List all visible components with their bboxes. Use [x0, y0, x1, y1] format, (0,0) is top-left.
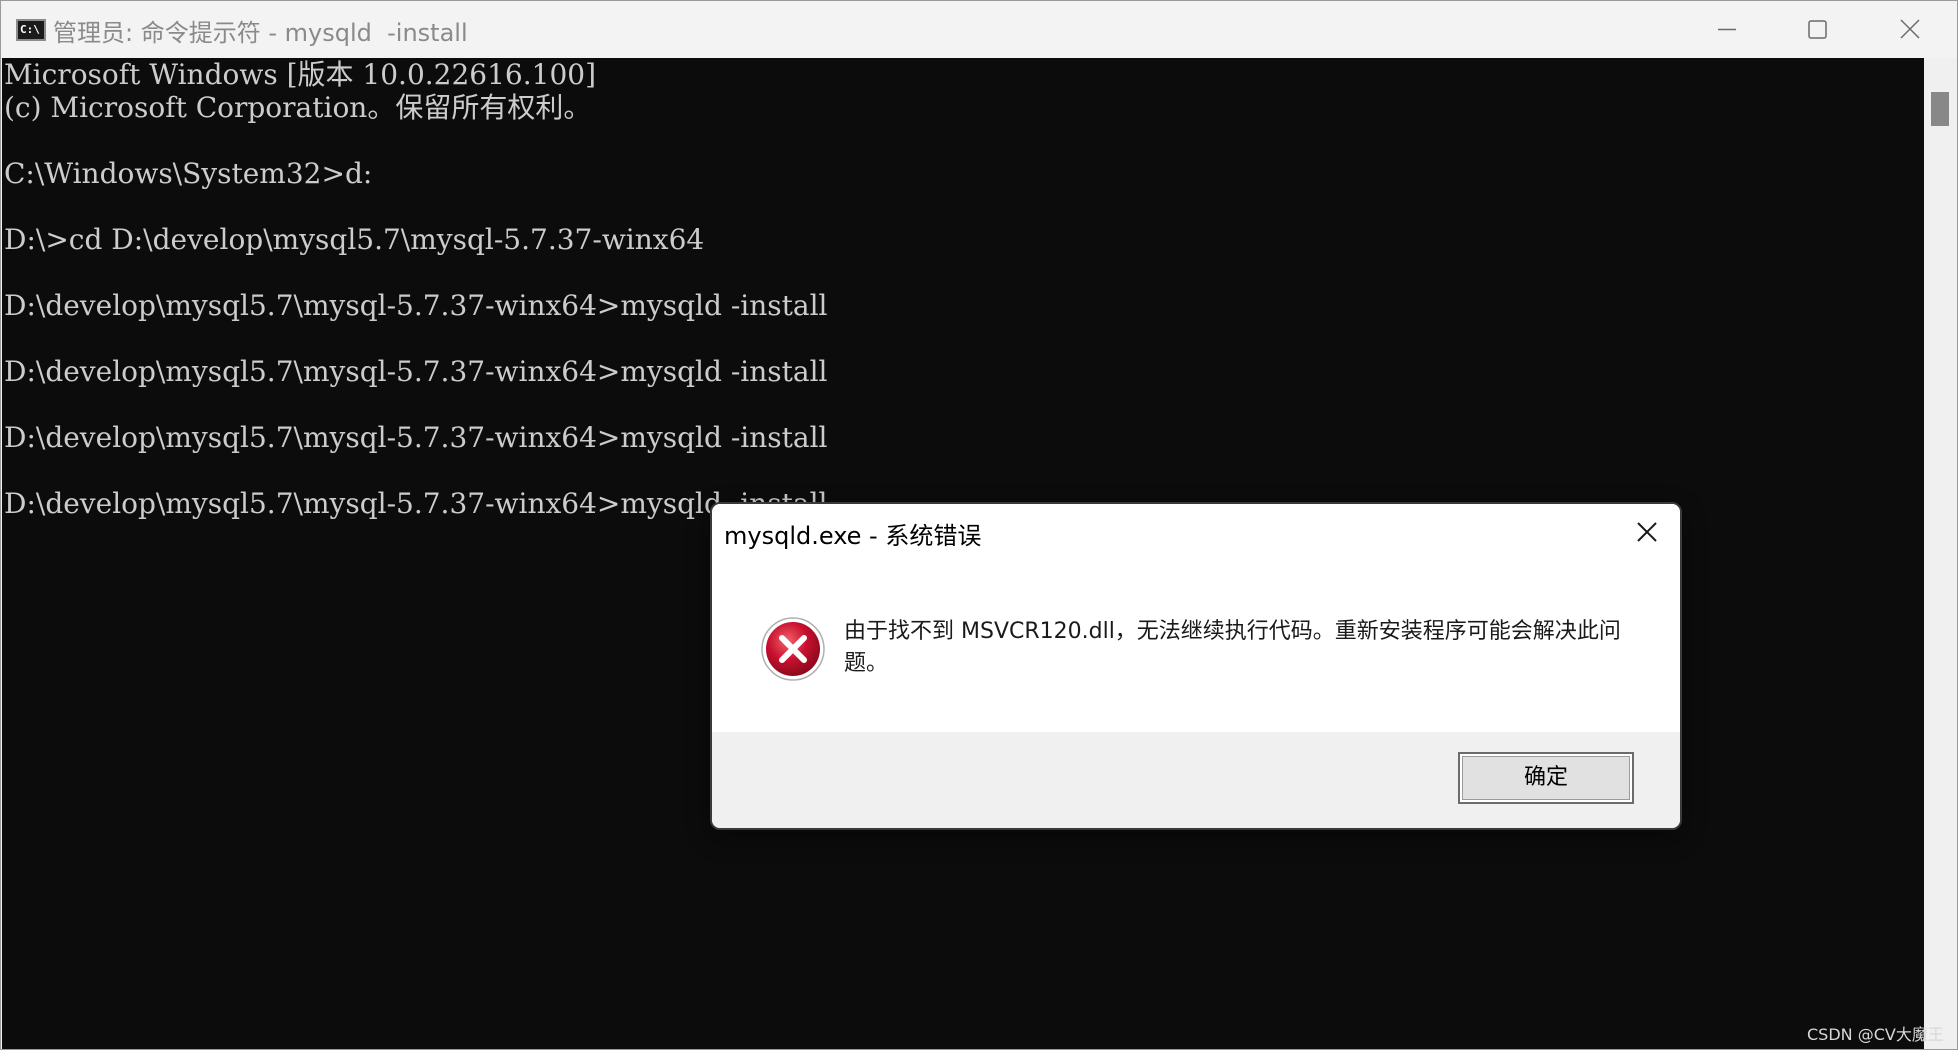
- console-line: C:\Windows\System32>d:: [4, 157, 373, 190]
- close-button[interactable]: [1864, 1, 1954, 58]
- maximize-icon: [1808, 20, 1827, 39]
- error-message: 由于找不到 MSVCR120.dll，无法继续执行代码。重新安装程序可能会解决此…: [844, 619, 1621, 676]
- terminal-icon: C:\: [16, 19, 46, 41]
- console-line: D:\develop\mysql5.7\mysql-5.7.37-winx64>…: [4, 421, 828, 454]
- scrollbar-thumb[interactable]: [1931, 92, 1949, 126]
- error-dialog: mysqld.exe - 系统错误 由于找不到 MSVCR120.dll，无法继…: [710, 502, 1682, 830]
- window-titlebar[interactable]: C:\ 管理员: 命令提示符 - mysqld -install: [1, 1, 1957, 58]
- error-icon: [761, 617, 825, 681]
- console-line: D:\develop\mysql5.7\mysql-5.7.37-winx64>…: [4, 487, 828, 520]
- ok-button[interactable]: 确定: [1458, 752, 1634, 804]
- console-line: Microsoft Windows [版本 10.0.22616.100]: [4, 58, 596, 91]
- window-title: 管理员: 命令提示符 - mysqld -install: [53, 19, 468, 47]
- console-line: D:\>cd D:\develop\mysql5.7\mysql-5.7.37-…: [4, 223, 705, 256]
- watermark: CSDN @CV大魔王: [1807, 1025, 1944, 1044]
- maximize-button[interactable]: [1772, 1, 1862, 58]
- vertical-scrollbar[interactable]: [1924, 58, 1957, 1049]
- close-icon: [1900, 19, 1920, 39]
- minimize-icon: [1718, 28, 1736, 31]
- console-line: (c) Microsoft Corporation。保留所有权利。: [4, 91, 592, 124]
- console-line: D:\develop\mysql5.7\mysql-5.7.37-winx64>…: [4, 355, 828, 388]
- dialog-titlebar[interactable]: mysqld.exe - 系统错误: [712, 504, 1680, 560]
- dialog-body: 由于找不到 MSVCR120.dll，无法继续执行代码。重新安装程序可能会解决此…: [712, 560, 1680, 732]
- dialog-close-button[interactable]: [1618, 510, 1676, 554]
- console-line: D:\develop\mysql5.7\mysql-5.7.37-winx64>…: [4, 289, 828, 322]
- close-icon: [1637, 522, 1657, 542]
- dialog-title: mysqld.exe - 系统错误: [724, 522, 982, 550]
- dialog-footer: 确定: [712, 732, 1680, 828]
- minimize-button[interactable]: [1682, 1, 1772, 58]
